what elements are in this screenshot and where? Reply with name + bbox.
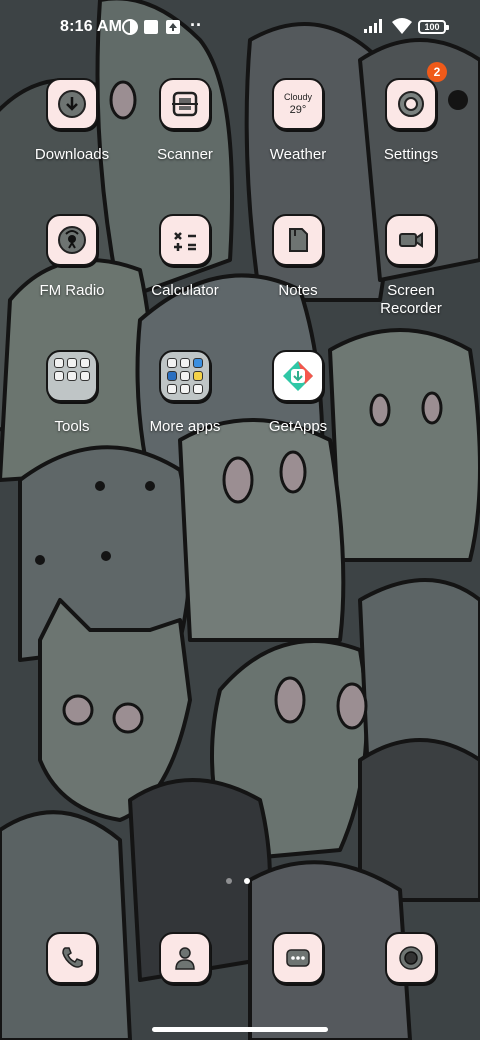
home-gesture-bar[interactable] [152,1027,328,1032]
app-label: Calculator [151,282,219,299]
notification-icon [122,19,138,35]
wifi-icon [392,18,412,34]
app-label: Scanner [157,146,213,163]
notes-icon [289,228,308,252]
page-dot [226,878,232,884]
status-time: 8:16 AM [60,18,123,35]
app-label: Notes [278,282,318,299]
battery-icon: 100 [418,20,449,34]
dock-phone[interactable] [46,932,98,984]
calculator-icon [174,232,196,251]
phone-icon [62,947,83,968]
download-icon [58,90,86,118]
weather-condition: Cloudy [283,92,312,102]
dock-camera[interactable] [385,932,437,984]
dock-messages[interactable] [272,932,324,984]
app-label: Settings [383,146,439,163]
folder-icon[interactable] [46,350,98,402]
contacts-icon [175,947,195,970]
app-label: GetApps [268,418,328,435]
app-label: Tools [54,418,90,435]
status-bar: 8:16 AM ·· 100 [0,0,480,56]
signal-icon [364,19,382,33]
app-label: FM Radio [39,282,105,299]
radio-icon [58,226,86,254]
app-label: Downloads [34,146,110,163]
upload-icon [166,20,180,34]
getapps-icon [283,361,313,391]
app-label: Screen Recorder [380,282,442,317]
messages-icon [286,949,310,967]
app-label: More apps [149,418,221,435]
camera-icon [399,946,423,970]
gear-icon [398,91,424,117]
weather-temp: 29° [289,104,307,116]
page-dot-current [244,878,250,884]
scanner-icon [172,91,198,117]
more-notifications: ·· [190,15,202,35]
video-camera-icon [399,232,423,248]
folder-icon[interactable] [159,350,211,402]
notification-badge: 2 [427,62,447,82]
app-label: Weather [269,146,327,163]
dock-contacts[interactable] [159,932,211,984]
gallery-icon [144,20,158,34]
